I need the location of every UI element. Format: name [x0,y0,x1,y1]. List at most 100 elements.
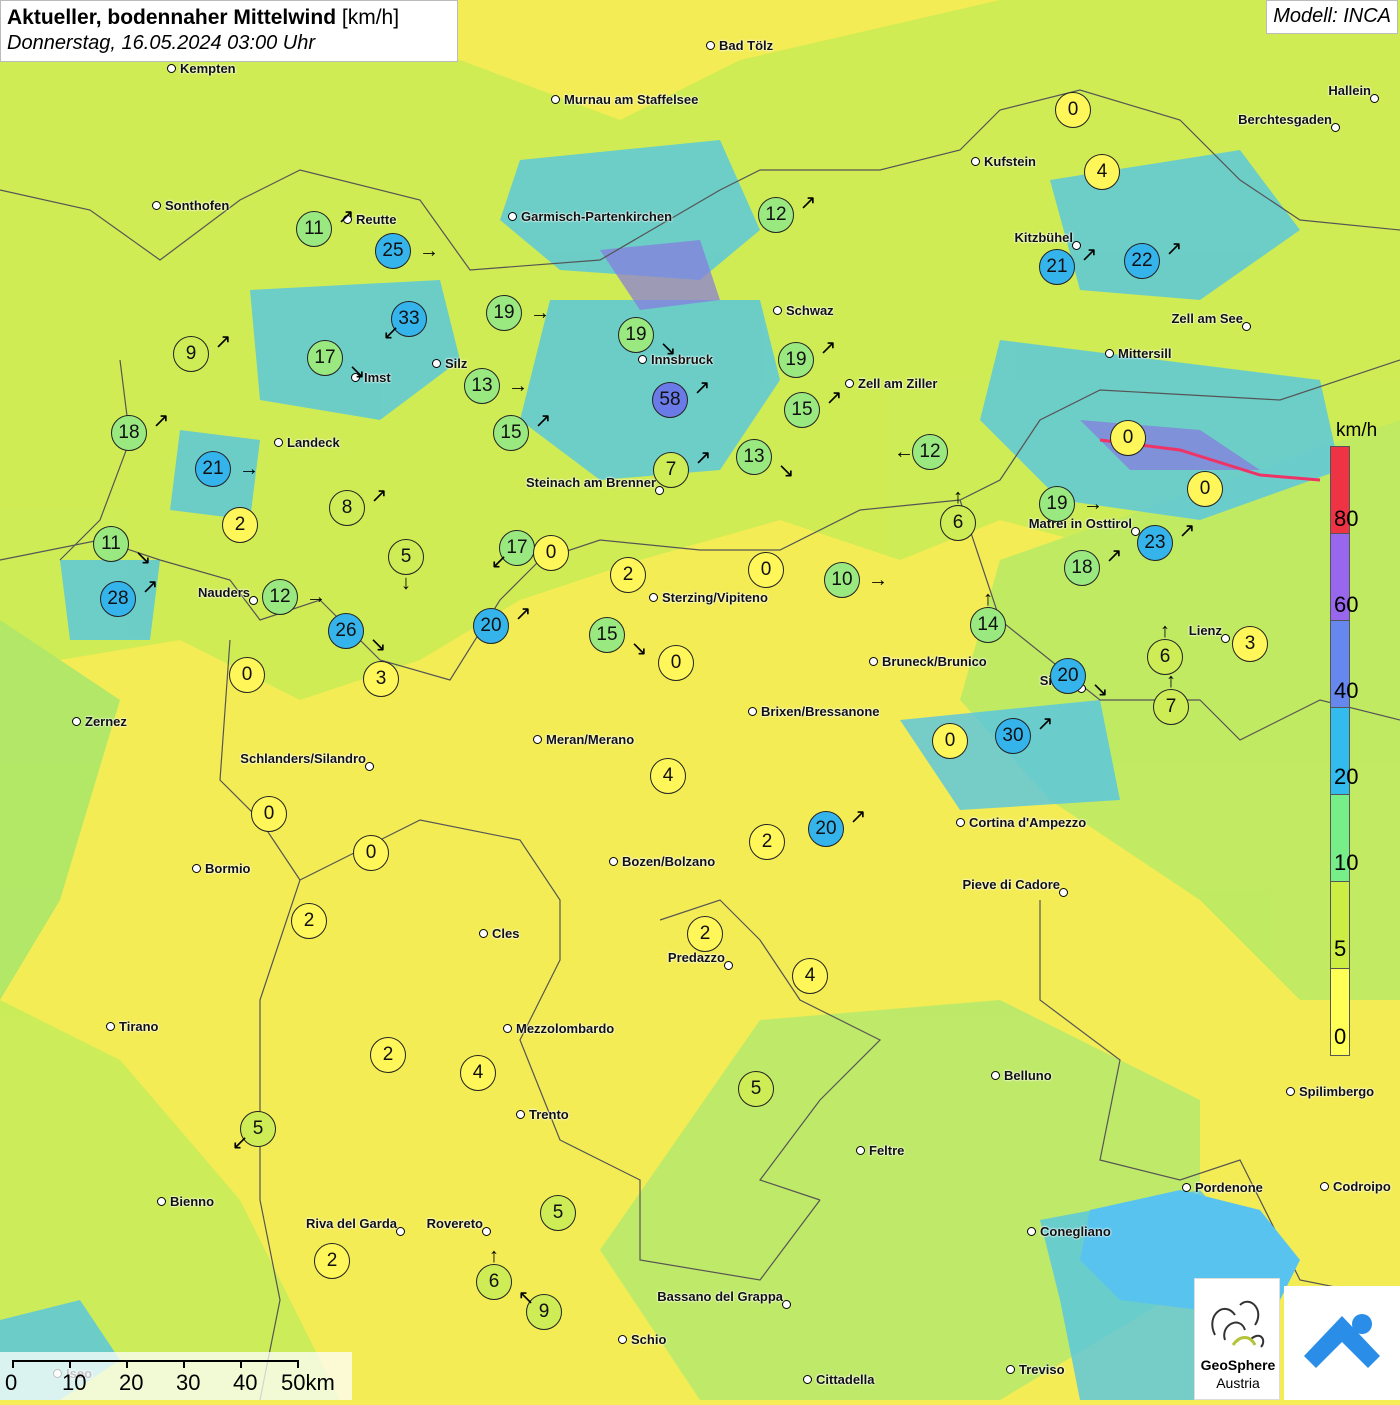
scale-tick [12,1360,14,1368]
city-label: Feltre [869,1143,905,1158]
scale-label: 20 [119,1370,144,1395]
wind-direction-arrow-icon: ↑ [983,588,993,610]
city-marker [1105,349,1114,358]
wind-station-marker: 0 [1187,471,1223,507]
city-label: Sterzing/Vipiteno [662,590,768,605]
city-label: Tirano [119,1019,159,1034]
city-marker [106,1022,115,1031]
wind-station-marker: 0 [932,723,968,759]
city-label: Brixen/Bressanone [761,704,880,719]
city-label: Cles [492,926,520,941]
city-label: Cittadella [816,1372,875,1387]
wind-direction-arrow-icon: ↘ [348,361,366,383]
wind-station-marker: 5 [540,1195,576,1231]
wind-direction-arrow-icon: ↘ [777,460,795,482]
scale-line [12,1360,298,1362]
city-marker [655,486,664,495]
city-marker [396,1227,405,1236]
wind-direction-arrow-icon: ↑ [1166,670,1176,692]
wind-direction-arrow-icon: ↗ [694,447,712,469]
wind-station-marker: 2 [610,557,646,593]
wind-station-marker: 9 [173,336,209,372]
wind-direction-arrow-icon: ↗ [370,485,388,507]
city-label: Zell am Ziller [858,376,938,391]
legend-tick-label: 80 [1334,506,1359,531]
scale-tick [297,1360,299,1368]
city-label: Mezzolombardo [516,1021,615,1036]
wind-direction-arrow-icon: ↙ [231,1132,249,1154]
wind-direction-arrow-icon: → [1083,493,1103,515]
city-label: Zernez [85,714,127,729]
city-marker [1006,1365,1015,1374]
legend-unit: km/h [1336,420,1378,441]
city-label: Kempten [180,61,236,76]
legend-tick-label: 10 [1334,850,1359,875]
wind-station-marker: 4 [792,958,828,994]
city-marker [1182,1183,1191,1192]
scale-label: 40 [233,1370,258,1395]
city-marker [152,201,161,210]
wind-station-marker: 58 [652,382,688,418]
wind-direction-arrow-icon: → [306,586,326,608]
wind-station-marker: 28 [100,581,136,617]
wind-station-marker: 12 [758,197,794,233]
city-label: Trento [529,1107,569,1122]
logo-line-1: GeoSphere [1200,1357,1276,1373]
wind-direction-arrow-icon: ↙ [490,551,508,573]
wind-direction-arrow-icon: ↗ [141,576,159,598]
wind-direction-arrow-icon: ← [894,441,914,463]
wind-direction-arrow-icon: ↗ [1036,713,1054,735]
city-marker [803,1375,812,1384]
wind-station-marker: 15 [589,617,625,653]
city-label: Bruneck/Brunico [882,654,987,669]
city-label: Meran/Merano [546,732,635,747]
city-label: Spilimbergo [1299,1084,1375,1099]
city-marker [845,379,854,388]
wind-station-marker: 30 [995,718,1031,754]
wind-station-marker: 2 [314,1243,350,1279]
map-title-box: Aktueller, bodennaher Mittelwind [km/h] … [0,0,458,62]
city-marker [192,864,201,873]
city-marker [274,438,283,447]
wind-station-marker: 2 [370,1037,406,1073]
city-label: Bassano del Grappa [657,1289,783,1304]
wind-direction-arrow-icon: → [530,302,550,324]
wind-station-marker: 2 [749,824,785,860]
wind-station-marker: 5 [388,539,424,575]
geosphere-logo: GeoSphere Austria [1194,1278,1280,1400]
city-marker [956,818,965,827]
city-label: Pordenone [1195,1180,1263,1195]
scale-label: 10 [62,1370,87,1395]
legend-tick-label: 5 [1334,936,1347,961]
city-marker [609,857,618,866]
legend-color-bar [1330,446,1350,1056]
city-marker [724,961,733,970]
wind-direction-arrow-icon: ↗ [534,410,552,432]
city-marker [503,1024,512,1033]
city-label: Matrei in Osttirol [1028,516,1132,531]
wind-station-marker: 2 [291,903,327,939]
city-marker [508,212,517,221]
city-marker [482,1227,491,1236]
city-marker [638,355,647,364]
city-marker [991,1071,1000,1080]
wind-station-marker: 2 [222,507,258,543]
wind-station-marker: 0 [251,796,287,832]
color-legend: km/h 80 60 40 20 10 5 0 [1326,420,1398,1060]
city-marker [856,1146,865,1155]
city-label: Reutte [356,212,397,227]
city-marker [971,157,980,166]
wind-station-marker: 11 [93,526,129,562]
wind-direction-arrow-icon: ↓ [401,572,411,594]
wind-station-marker: 8 [329,490,365,526]
wind-station-marker: 20 [808,811,844,847]
city-label: Cortina d'Ampezzo [969,815,1087,830]
city-marker [1242,322,1251,331]
weather-app-icon [1304,1314,1380,1368]
city-marker [748,707,757,716]
wind-station-marker: 18 [1064,550,1100,586]
city-marker [249,596,258,605]
wind-station-marker: 20 [473,608,509,644]
wind-station-marker: 5 [738,1071,774,1107]
wind-direction-arrow-icon: ↑ [489,1245,499,1267]
